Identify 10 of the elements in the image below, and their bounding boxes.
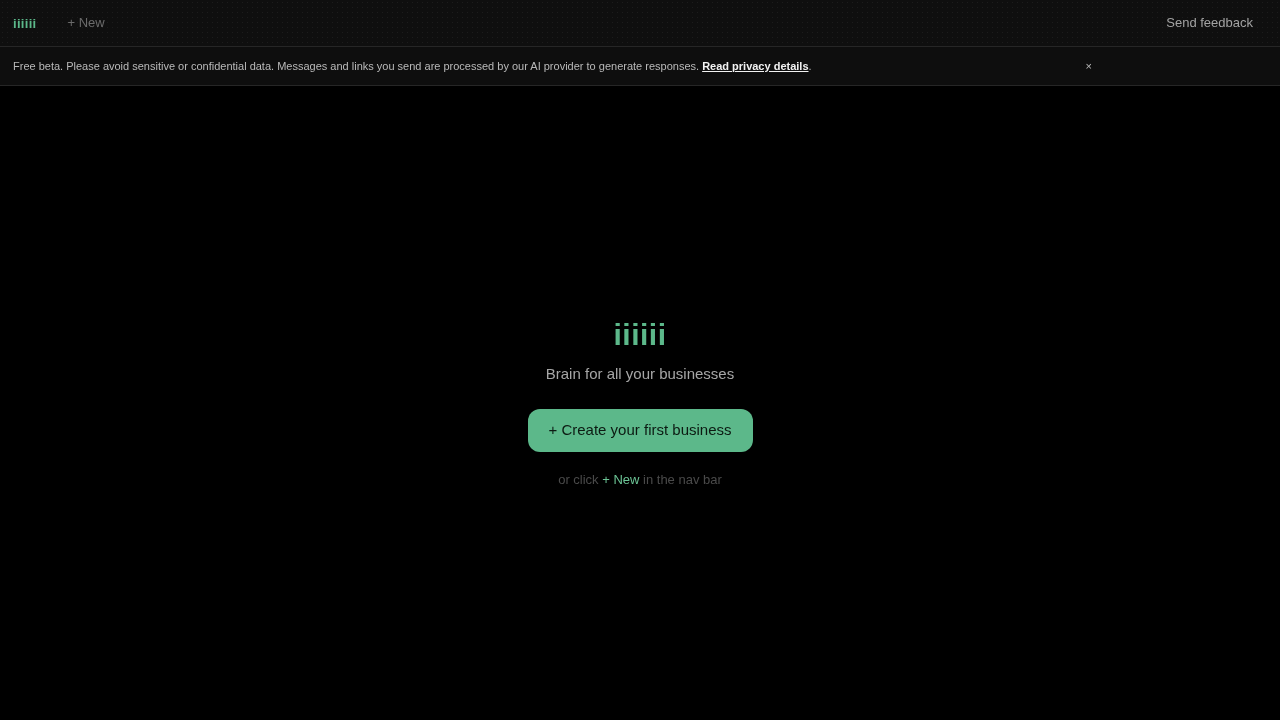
create-business-button[interactable]: + Create your first business [527, 409, 753, 452]
new-button[interactable]: + New [67, 11, 105, 35]
logo-text[interactable]: iiiiii [13, 16, 37, 30]
logo-text: iiiiii [613, 319, 667, 350]
send-feedback-link[interactable]: Send feedback [1166, 13, 1253, 33]
hint-text: or click + New in the nav bar [558, 471, 722, 489]
close-button[interactable]: × [1083, 60, 1094, 72]
notice-text: Free beta. Please avoid sensitive or confidential data. Messages and links you send are processed by our AI provider to generate responses. Read privacy details. [13, 58, 812, 74]
tagline-text: Brain for all your businesses [545, 363, 735, 384]
privacy-link[interactable]: Read privacy details [702, 59, 809, 72]
